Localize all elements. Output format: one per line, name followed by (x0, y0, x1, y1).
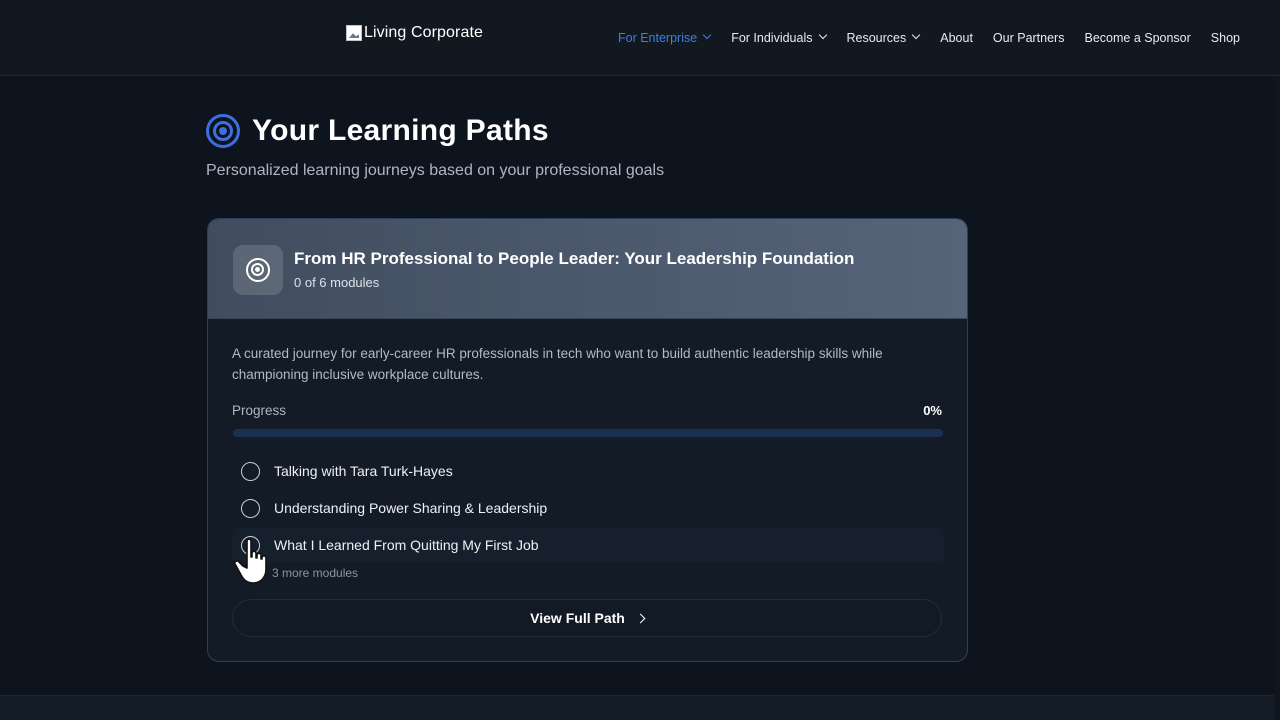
nav-become-a-sponsor[interactable]: Become a Sponsor (1084, 31, 1190, 45)
site-logo[interactable]: Living Corporate (346, 22, 483, 44)
path-description: A curated journey for early-career HR pr… (232, 346, 883, 382)
nav-for-individuals[interactable]: For Individuals (731, 31, 826, 45)
progress-label: Progress (232, 403, 287, 418)
nav-label: For Individuals (731, 31, 813, 45)
page-subtitle: Personalized learning journeys based on … (206, 162, 665, 179)
module-label: What I Learned From Quitting My First Jo… (274, 537, 539, 553)
nav-resources[interactable]: Resources (847, 31, 921, 45)
logo-image-icon (346, 25, 362, 41)
path-title: From HR Professional to People Leader: Y… (294, 249, 855, 268)
module-label: Understanding Power Sharing & Leadership (274, 500, 548, 516)
learning-path-card: From HR Professional to People Leader: Y… (207, 218, 968, 662)
chevron-down-icon (912, 32, 920, 40)
footer-band (0, 695, 1280, 720)
nav-our-partners[interactable]: Our Partners (993, 31, 1065, 45)
module-label: Talking with Tara Turk-Hayes (274, 463, 453, 479)
page-scrollbar[interactable] (1274, 76, 1280, 720)
logo-text: Living Corporate (364, 24, 483, 41)
target-icon (246, 258, 270, 282)
module-item[interactable]: What I Learned From Quitting My First Jo… (232, 528, 944, 562)
module-item[interactable]: Talking with Tara Turk-Hayes (232, 454, 944, 488)
nav-about[interactable]: About (940, 31, 973, 45)
nav-shop[interactable]: Shop (1211, 31, 1240, 45)
card-header: From HR Professional to People Leader: Y… (208, 219, 967, 319)
view-full-path-label: View Full Path (530, 610, 625, 626)
target-icon (206, 114, 240, 148)
nav-label: Our Partners (992, 31, 1065, 45)
progress-bar (233, 429, 943, 437)
nav-label: For Enterprise (618, 31, 698, 45)
chevron-down-icon (703, 32, 711, 40)
site-header: Living Corporate For Enterprise For Indi… (0, 0, 1280, 76)
page-title-row: Your Learning Paths (206, 114, 549, 148)
main-nav: For Enterprise For Individuals Resources… (598, 28, 1240, 48)
page-title: Your Learning Paths (252, 114, 549, 147)
progress-value: 0% (923, 403, 942, 418)
nav-label: Become a Sponsor (1084, 31, 1191, 45)
chevron-right-icon (635, 613, 646, 623)
nav-label: Shop (1210, 31, 1240, 45)
nav-label: Resources (846, 31, 907, 45)
card-icon-tile (233, 245, 283, 295)
module-status-radio[interactable] (241, 461, 260, 481)
more-modules-link: 3 more modules (272, 566, 359, 580)
hand-pointer-cursor-icon (233, 538, 267, 584)
module-count: 0 of 6 modules (294, 275, 380, 290)
module-status-radio[interactable] (241, 498, 260, 518)
nav-label: About (940, 31, 973, 45)
chevron-down-icon (819, 32, 827, 40)
view-full-path-button[interactable]: View Full Path (232, 599, 942, 637)
module-item[interactable]: Understanding Power Sharing & Leadership (232, 491, 944, 525)
nav-for-enterprise[interactable]: For Enterprise (618, 31, 711, 45)
